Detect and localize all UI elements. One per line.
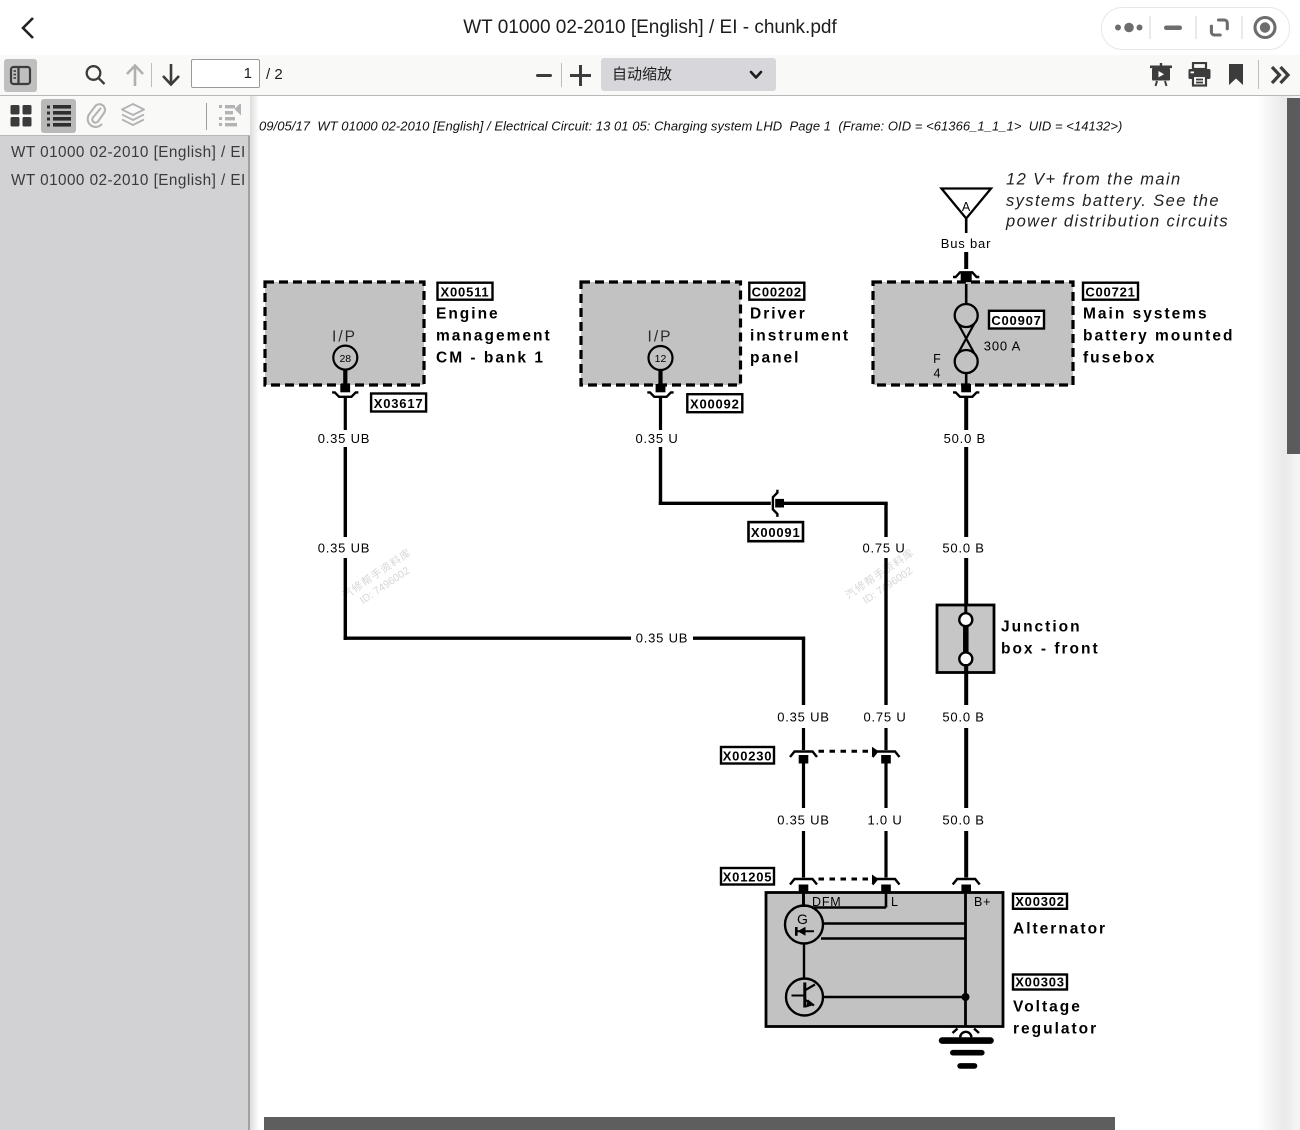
svg-text:Bus bar: Bus bar [941,236,991,251]
svg-text:A: A [962,200,971,214]
svg-text:12: 12 [655,353,667,365]
svg-text:Voltage: Voltage [1013,999,1082,1016]
svg-text:management: management [436,328,552,345]
svg-text:09/05/17 WT 01000 02-2010 [En: 09/05/17 WT 01000 02-2010 [English] / El… [259,118,1122,133]
svg-text:50.0 B: 50.0 B [944,431,986,446]
svg-text:X00230: X00230 [723,748,773,763]
svg-text:G: G [797,911,808,927]
svg-text:fusebox: fusebox [1083,350,1156,367]
svg-text:4: 4 [934,367,941,381]
svg-text:0.35 UB: 0.35 UB [318,541,371,556]
svg-text:300 A: 300 A [984,338,1021,353]
svg-text:power distribution circuits: power distribution circuits [1005,213,1229,231]
svg-text:50.0 B: 50.0 B [942,710,984,725]
svg-text:instrument: instrument [750,328,850,345]
svg-text:X00091: X00091 [751,525,801,540]
svg-text:X00303: X00303 [1015,975,1065,990]
svg-text:0.35 UB: 0.35 UB [777,710,830,725]
svg-text:Driver: Driver [750,306,807,323]
svg-text:C00721: C00721 [1085,284,1135,299]
svg-text:0.35 UB: 0.35 UB [636,631,689,646]
svg-text:Main systems: Main systems [1083,306,1209,323]
svg-text:C00202: C00202 [752,284,802,299]
svg-text:C00907: C00907 [991,313,1041,328]
svg-text:X01205: X01205 [723,869,773,884]
svg-text:CM - bank 1: CM - bank 1 [436,350,545,367]
svg-text:systems battery. See the: systems battery. See the [1006,192,1220,210]
svg-text:Engine: Engine [436,306,500,323]
svg-text:X03617: X03617 [374,396,424,411]
svg-text:X00511: X00511 [441,284,490,299]
svg-text:12 V+ from the main: 12 V+ from the main [1006,171,1182,189]
svg-text:I/P: I/P [648,328,673,345]
svg-text:I/P: I/P [332,328,357,345]
svg-text:28: 28 [339,353,351,365]
svg-text:battery mounted: battery mounted [1083,328,1234,345]
svg-text:0.75 U: 0.75 U [863,710,906,725]
svg-text:Alternator: Alternator [1013,921,1107,938]
svg-text:regulator: regulator [1013,1021,1098,1038]
svg-text:Junction: Junction [1001,619,1082,636]
svg-text:box - front: box - front [1001,641,1100,658]
svg-text:F: F [933,352,941,366]
svg-text:L: L [891,895,899,909]
svg-text:X00092: X00092 [690,397,740,412]
svg-text:0.75 U: 0.75 U [862,541,905,556]
svg-text:0.35 UB: 0.35 UB [318,431,371,446]
svg-text:0.35 UB: 0.35 UB [777,813,830,828]
svg-text:50.0 B: 50.0 B [942,541,984,556]
svg-text:panel: panel [750,350,800,367]
svg-text:0.35 U: 0.35 U [635,431,678,446]
svg-text:50.0 B: 50.0 B [942,813,984,828]
svg-text:B+: B+ [974,895,991,909]
svg-text:1.0 U: 1.0 U [867,813,902,828]
svg-text:X00302: X00302 [1015,894,1065,909]
